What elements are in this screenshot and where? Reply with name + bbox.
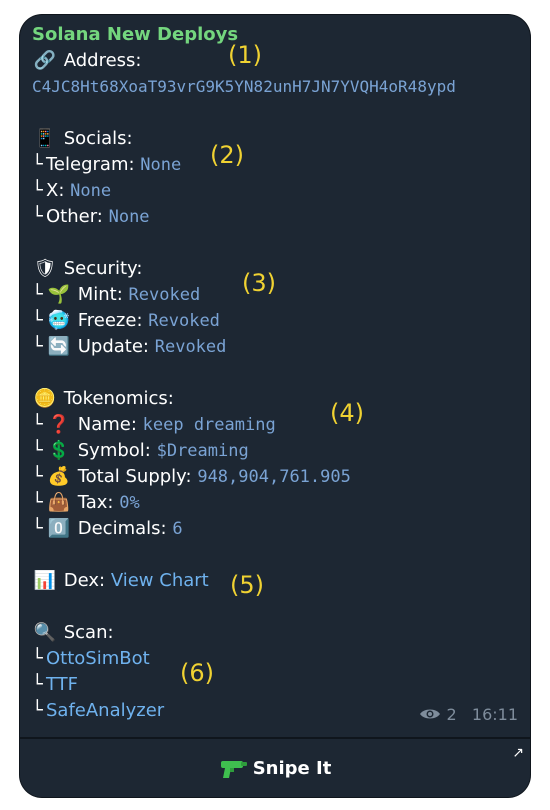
tree-branch: └: [32, 336, 43, 357]
tree-branch: └: [32, 206, 43, 227]
symbol-label: Symbol:: [77, 440, 151, 461]
mobile-phone-icon: 📱: [33, 128, 57, 149]
ottosimbot-link[interactable]: OttoSimBot: [46, 648, 150, 669]
magnifier-icon: 🔍: [33, 622, 57, 643]
address-value[interactable]: C4JC8Ht68XoaT93vrG9K5YN82unH7JN7YVQH4oR4…: [32, 75, 456, 99]
tree-branch: └: [32, 440, 43, 461]
snipe-it-button[interactable]: Snipe It ↗: [20, 737, 530, 797]
cold-face-icon: 🥶: [47, 310, 71, 331]
freeze-row: └ 🥶 Freeze: Revoked: [32, 309, 220, 333]
scan-link-row: └ OttoSimBot: [32, 647, 150, 671]
decimals-value: 6: [172, 519, 183, 539]
x-row: └ X: None: [32, 179, 111, 203]
tree-branch: └: [32, 674, 43, 695]
message-time: 16:11: [471, 705, 518, 724]
security-row: 🛡 Security:: [32, 257, 143, 281]
other-row: └ Other: None: [32, 205, 150, 229]
freeze-value: Revoked: [148, 311, 220, 331]
safeanalyzer-link[interactable]: SafeAnalyzer: [46, 700, 164, 721]
tokenomics-row: 🪙 Tokenomics:: [32, 387, 174, 411]
annotation-marker-3: (3): [242, 269, 276, 297]
mint-value: Revoked: [128, 285, 201, 305]
handbag-icon: 👜: [47, 492, 71, 513]
decimals-label: Decimals:: [77, 518, 167, 539]
views-eye-icon: [419, 706, 441, 725]
telegram-value: None: [140, 155, 182, 175]
scan-row: 🔍 Scan:: [32, 621, 114, 645]
dex-label: Dex:: [63, 570, 106, 591]
ttf-link[interactable]: TTF: [46, 674, 78, 695]
tree-branch: └: [32, 492, 43, 513]
dollar-sign-icon: 💲: [47, 440, 71, 461]
name-label: Name:: [77, 414, 137, 435]
supply-value: 948,904,761.905: [197, 467, 351, 487]
tree-branch: └: [32, 466, 43, 487]
address-row: 🔗 Address:: [32, 49, 142, 73]
telegram-row: └ Telegram: None: [32, 153, 181, 177]
message-bubble: Solana New Deploys 🔗 Address: C4JC8Ht68X…: [20, 15, 530, 797]
x-label: X:: [46, 180, 65, 201]
external-arrow-icon: ↗: [512, 745, 524, 761]
security-label: Security:: [63, 258, 143, 279]
tree-branch: └: [32, 154, 43, 175]
tree-branch: └: [32, 310, 43, 331]
question-mark-icon: ❓: [47, 414, 71, 435]
tree-branch: └: [32, 180, 43, 201]
mint-label: Mint:: [77, 284, 123, 305]
tokenomics-label: Tokenomics:: [63, 388, 174, 409]
message-meta: 2 16:11: [419, 705, 518, 725]
views-count: 2: [446, 705, 457, 724]
supply-label: Total Supply:: [77, 466, 192, 487]
update-row: └ 🔄 Update: Revoked: [32, 335, 226, 359]
water-pistol-icon: [219, 757, 249, 779]
annotation-marker-4: (4): [330, 399, 364, 427]
other-value: None: [108, 207, 150, 227]
symbol-row: └ 💲 Symbol: $Dreaming: [32, 439, 249, 463]
update-label: Update:: [77, 336, 149, 357]
scan-link-row: └ SafeAnalyzer: [32, 699, 164, 723]
tree-branch: └: [32, 700, 43, 721]
tax-row: └ 👜 Tax: 0%: [32, 491, 140, 515]
telegram-label: Telegram:: [46, 154, 135, 175]
scan-label: Scan:: [63, 622, 114, 643]
tree-branch: └: [32, 518, 43, 539]
tax-value: 0%: [119, 493, 140, 513]
annotation-marker-5: (5): [230, 571, 264, 599]
symbol-value: $Dreaming: [156, 441, 249, 461]
annotation-marker-6: (6): [180, 659, 214, 687]
name-value: keep dreaming: [142, 415, 276, 435]
freeze-label: Freeze:: [77, 310, 143, 331]
tree-branch: └: [32, 284, 43, 305]
bar-chart-icon: 📊: [33, 570, 57, 591]
x-value: None: [70, 181, 112, 201]
name-row: └ ❓ Name: keep dreaming: [32, 413, 276, 437]
keycap-zero-icon: 0️⃣: [47, 518, 71, 539]
supply-row: └ 💰 Total Supply: 948,904,761.905: [32, 465, 351, 489]
tree-branch: └: [32, 648, 43, 669]
tree-branch: └: [32, 414, 43, 435]
decimals-row: └ 0️⃣ Decimals: 6: [32, 517, 183, 541]
shield-icon: 🛡: [33, 258, 57, 279]
seedling-icon: 🌱: [47, 284, 71, 305]
coin-icon: 🪙: [33, 388, 57, 409]
socials-label: Socials:: [63, 128, 133, 149]
snipe-it-label: Snipe It: [252, 757, 332, 779]
tax-label: Tax:: [77, 492, 114, 513]
view-chart-link[interactable]: View Chart: [111, 570, 209, 591]
scan-link-row: └ TTF: [32, 673, 78, 697]
annotation-marker-1: (1): [228, 41, 262, 69]
update-value: Revoked: [154, 337, 227, 357]
money-bag-icon: 💰: [47, 466, 71, 487]
link-icon: 🔗: [33, 50, 57, 71]
other-label: Other:: [46, 206, 103, 227]
socials-row: 📱 Socials:: [32, 127, 133, 151]
channel-title[interactable]: Solana New Deploys: [32, 23, 238, 47]
address-label: Address:: [63, 50, 142, 71]
annotation-marker-2: (2): [210, 141, 244, 169]
refresh-icon: 🔄: [47, 336, 71, 357]
dex-row: 📊 Dex: View Chart: [32, 569, 209, 593]
mint-row: └ 🌱 Mint: Revoked: [32, 283, 200, 307]
